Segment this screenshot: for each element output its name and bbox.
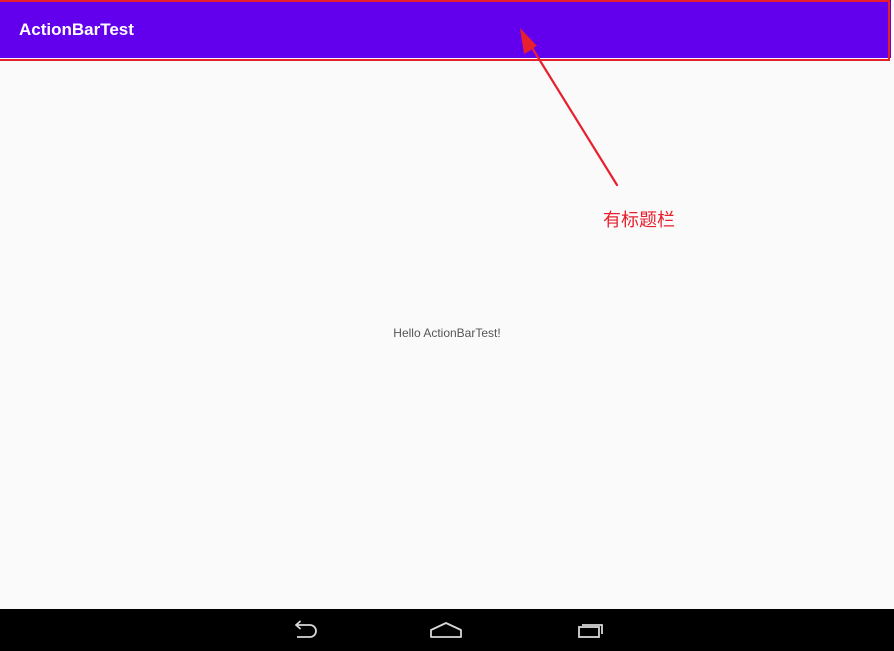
- navigation-bar: [0, 609, 894, 651]
- action-bar-title: ActionBarTest: [19, 20, 134, 39]
- back-icon: [295, 620, 317, 638]
- recents-button[interactable]: [568, 617, 608, 643]
- home-icon: [430, 622, 462, 638]
- action-bar: ActionBarTest: [0, 0, 891, 58]
- device-screen: ActionBarTest 有标题栏 Hello ActionBarTest!: [0, 0, 894, 651]
- recents-icon: [578, 624, 603, 638]
- home-button[interactable]: [426, 617, 466, 643]
- back-button[interactable]: [284, 617, 324, 643]
- hello-text: Hello ActionBarTest!: [393, 326, 501, 340]
- annotation-label: 有标题栏: [603, 210, 675, 231]
